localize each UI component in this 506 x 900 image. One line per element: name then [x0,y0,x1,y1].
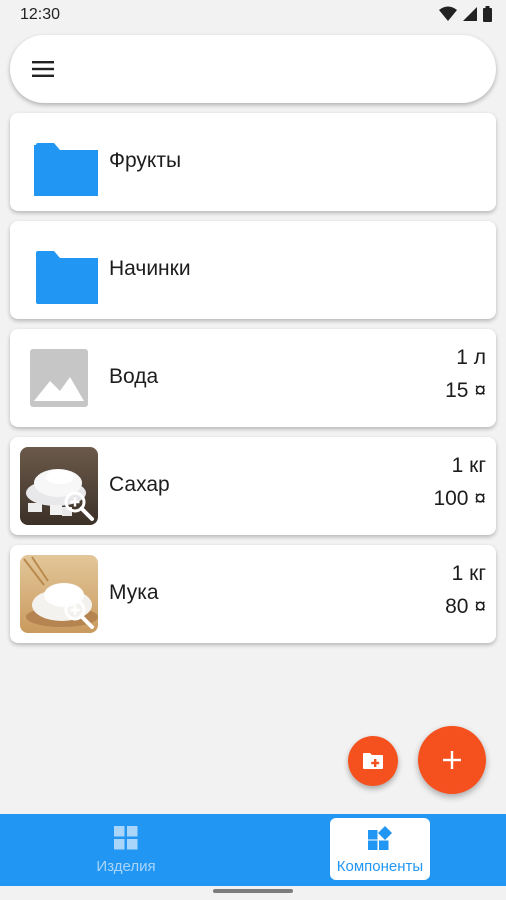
item-title: Начинки [109,257,191,280]
add-folder-icon [363,753,383,769]
image-placeholder-icon [20,339,98,417]
item-price: 80 ¤ [445,595,486,618]
tab-products[interactable]: Изделия [76,818,176,880]
component-item-water[interactable]: Вода 1 л 15 ¤ [10,329,496,427]
wifi-icon [439,6,457,21]
status-icons [439,6,492,22]
top-app-bar [10,35,496,103]
item-title: Сахар [109,473,170,496]
status-time: 12:30 [20,6,61,23]
bottom-navigation: Изделия Компоненты [0,814,506,886]
folder-icon [20,231,100,309]
folder-icon [20,123,100,201]
widgets-icon [368,826,392,850]
tab-label: Компоненты [336,858,424,875]
tab-components[interactable]: Компоненты [330,818,430,880]
item-quantity: 1 кг [451,454,486,477]
item-quantity: 1 л [456,346,486,369]
zoom-in-icon[interactable] [62,597,96,631]
item-title: Мука [109,581,159,604]
item-title: Вода [109,365,159,388]
battery-icon [483,6,492,22]
sugar-photo[interactable] [20,447,98,525]
add-component-button[interactable] [418,726,486,794]
status-bar: 12:30 [0,0,506,30]
dashboard-icon [114,826,138,850]
item-price: 100 ¤ [433,487,486,510]
signal-icon [463,7,477,21]
tab-label: Изделия [96,858,156,875]
plus-icon [443,751,461,769]
flour-photo[interactable] [20,555,98,633]
item-price: 15 ¤ [445,379,486,402]
gesture-bar[interactable] [213,889,293,893]
item-quantity: 1 кг [451,562,486,585]
add-folder-button[interactable] [348,736,398,786]
component-item-flour[interactable]: Мука 1 кг 80 ¤ [10,545,496,643]
zoom-in-icon[interactable] [62,489,96,523]
item-title: Фрукты [109,149,182,172]
folder-item-fruits[interactable]: Фрукты [10,113,496,211]
folder-item-fillings[interactable]: Начинки [10,221,496,319]
item-list: Фрукты Начинки Вода 1 л 15 ¤ Сахар 1 кг … [10,113,496,653]
menu-icon[interactable] [32,57,56,81]
component-item-sugar[interactable]: Сахар 1 кг 100 ¤ [10,437,496,535]
